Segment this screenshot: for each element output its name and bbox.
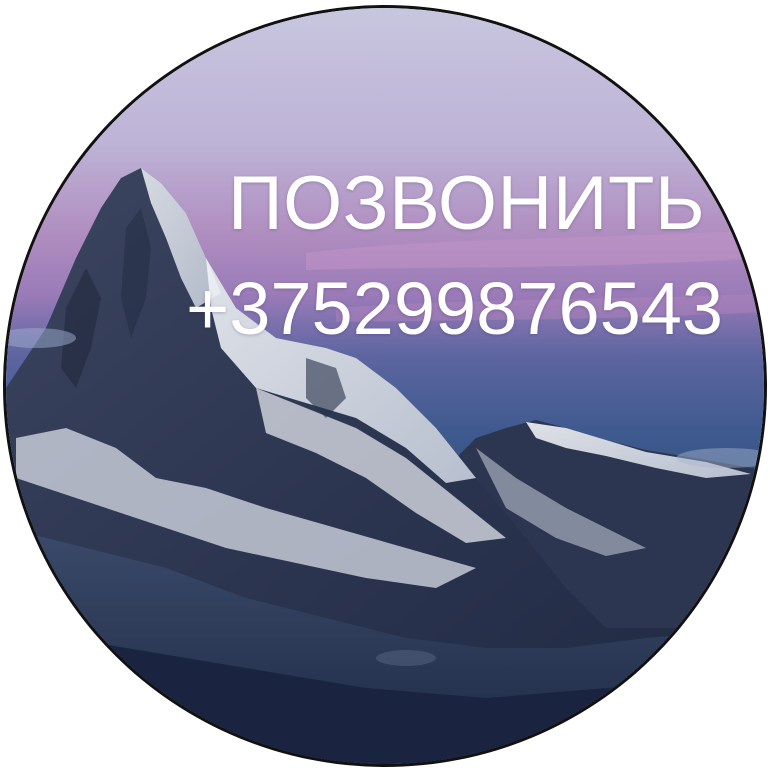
stage: ПОЗВОНИТЬ +375299876543 <box>0 0 770 770</box>
phone-number: +375299876543 <box>186 267 724 350</box>
call-title: ПОЗВОНИТЬ <box>228 161 706 246</box>
mountain-landscape-image <box>6 8 764 764</box>
call-button[interactable]: ПОЗВОНИТЬ +375299876543 <box>6 8 764 764</box>
